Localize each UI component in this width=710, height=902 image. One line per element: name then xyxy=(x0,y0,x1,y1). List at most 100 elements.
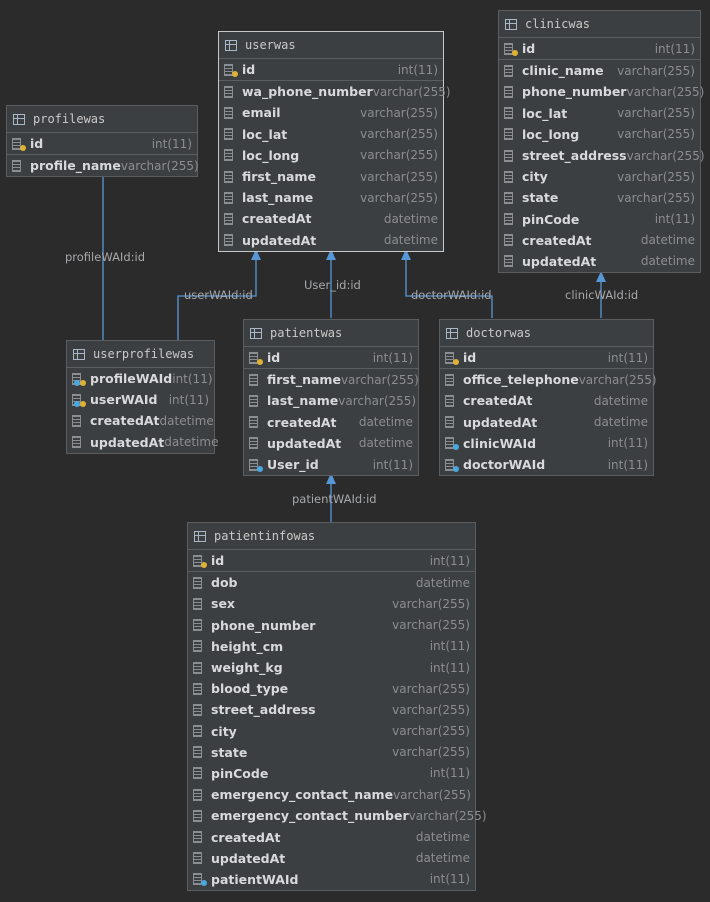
table-header[interactable]: patientwas xyxy=(244,320,418,347)
column-icon xyxy=(193,725,205,738)
column-row[interactable]: clinic_name varchar(255) xyxy=(499,60,700,81)
column-row[interactable]: wa_phone_number varchar(255) xyxy=(219,81,451,102)
column-icon xyxy=(504,191,516,204)
column-name: clinicWAId xyxy=(463,435,537,451)
table-header[interactable]: userwas xyxy=(219,32,443,59)
column-row[interactable]: pinCode int(11) xyxy=(499,209,700,230)
column-icon xyxy=(445,394,457,407)
column-name: state xyxy=(522,190,559,206)
table-icon xyxy=(505,18,517,30)
column-row[interactable]: updatedAt datetime xyxy=(188,848,475,869)
column-row[interactable]: emergency_contact_name varchar(255) xyxy=(188,784,475,805)
table-profilewas[interactable]: profilewas id int(11) profile_name varchar(2… xyxy=(6,105,199,178)
column-row[interactable]: office_telephone varchar(255) xyxy=(440,369,657,390)
column-row[interactable]: id int(11) xyxy=(188,550,475,573)
table-header[interactable]: doctorwas xyxy=(440,320,653,347)
column-row[interactable]: phone_number varchar(255) xyxy=(188,615,475,636)
column-name: emergency_contact_name xyxy=(211,787,394,803)
column-type: varchar(255) xyxy=(392,618,470,633)
column-row[interactable]: loc_long varchar(255) xyxy=(219,145,443,166)
column-row[interactable]: emergency_contact_number varchar(255) xyxy=(188,805,487,826)
column-row[interactable]: createdAt datetime xyxy=(499,230,700,251)
column-row[interactable]: street_address varchar(255) xyxy=(188,699,475,720)
column-row[interactable]: userWAId int(11) xyxy=(67,389,214,410)
table-name: profilewas xyxy=(33,112,106,126)
column-name: weight_kg xyxy=(211,660,283,676)
column-row[interactable]: createdAt datetime xyxy=(244,412,418,433)
table-name: userprofilewas xyxy=(93,347,195,361)
column-row[interactable]: createdAt datetime xyxy=(67,410,214,431)
column-icon xyxy=(504,64,516,77)
column-row[interactable]: id int(11) xyxy=(499,38,700,61)
column-row[interactable]: street_address varchar(255) xyxy=(499,145,705,166)
column-name: loc_long xyxy=(242,147,300,163)
column-icon xyxy=(249,437,261,450)
column-row[interactable]: first_name varchar(255) xyxy=(244,369,419,390)
column-row[interactable]: blood_type varchar(255) xyxy=(188,678,475,699)
column-row[interactable]: doctorWAId int(11) xyxy=(440,454,653,475)
column-row[interactable]: state varchar(255) xyxy=(499,187,700,208)
column-type: int(11) xyxy=(372,457,413,472)
primary-key-icon xyxy=(504,42,518,56)
table-patientwas[interactable]: patientwas id int(11) first_name varchar(255… xyxy=(243,319,419,477)
table-name: userwas xyxy=(245,38,296,52)
column-row[interactable]: updatedAt datetime xyxy=(499,251,700,272)
column-row[interactable]: loc_lat varchar(255) xyxy=(499,103,700,124)
table-patientinfowas[interactable]: patientinfowas id int(11) dob datetime sex var… xyxy=(187,522,487,891)
table-userprofilewas[interactable]: userprofilewas profileWAId int(11) userWAId… xyxy=(66,340,218,454)
column-row[interactable]: city varchar(255) xyxy=(499,166,700,187)
column-type: varchar(255) xyxy=(392,724,470,739)
column-icon xyxy=(504,255,516,268)
column-row[interactable]: height_cm int(11) xyxy=(188,636,475,657)
column-row[interactable]: profile_name varchar(255) xyxy=(7,155,199,176)
column-row[interactable]: id int(11) xyxy=(244,347,418,370)
column-row[interactable]: id int(11) xyxy=(440,347,653,370)
column-row[interactable]: updatedAt datetime xyxy=(440,412,653,433)
column-row[interactable]: updatedAt datetime xyxy=(67,432,218,453)
column-row[interactable]: updatedAt datetime xyxy=(244,433,418,454)
column-row[interactable]: createdAt datetime xyxy=(440,390,653,411)
column-row[interactable]: id int(11) xyxy=(7,133,197,156)
table-header[interactable]: profilewas xyxy=(7,106,197,133)
column-row[interactable]: email varchar(255) xyxy=(219,102,443,123)
column-name: id xyxy=(522,41,536,57)
column-row[interactable]: last_name varchar(255) xyxy=(219,187,443,208)
table-header[interactable]: clinicwas xyxy=(499,11,700,38)
column-row[interactable]: dob datetime xyxy=(188,572,475,593)
column-row[interactable]: pinCode int(11) xyxy=(188,763,475,784)
column-type: varchar(255) xyxy=(617,169,695,184)
column-row[interactable]: updatedAt datetime xyxy=(219,230,443,251)
column-row[interactable]: weight_kg int(11) xyxy=(188,657,475,678)
column-icon xyxy=(72,436,84,449)
column-row[interactable]: last_name varchar(255) xyxy=(244,390,418,411)
column-row[interactable]: User_id int(11) xyxy=(244,454,418,475)
column-name: id xyxy=(463,350,477,366)
table-name: patientinfowas xyxy=(214,529,316,543)
column-name: id xyxy=(242,62,256,78)
column-row[interactable]: first_name varchar(255) xyxy=(219,166,443,187)
table-header[interactable]: patientinfowas xyxy=(188,523,475,550)
column-row[interactable]: id int(11) xyxy=(219,59,443,82)
column-row[interactable]: createdAt datetime xyxy=(188,826,475,847)
table-clinicwas[interactable]: clinicwas id int(11) clinic_name varchar(255… xyxy=(498,10,705,274)
column-row[interactable]: clinicWAId int(11) xyxy=(440,433,653,454)
column-row[interactable]: phone_number varchar(255) xyxy=(499,81,704,102)
column-name: first_name xyxy=(242,169,316,185)
table-userwas[interactable]: userwas id int(11) wa_phone_number varchar(2… xyxy=(218,31,451,252)
column-row[interactable]: sex varchar(255) xyxy=(188,593,475,614)
column-row[interactable]: profileWAId int(11) xyxy=(67,368,214,389)
primary-key-icon xyxy=(249,351,263,365)
column-row[interactable]: patientWAId int(11) xyxy=(188,869,475,890)
primary-key-icon xyxy=(445,351,459,365)
column-row[interactable]: city varchar(255) xyxy=(188,721,475,742)
column-row[interactable]: createdAt datetime xyxy=(219,208,443,229)
table-doctorwas[interactable]: doctorwas id int(11) office_telephone varcha… xyxy=(439,319,657,477)
column-row[interactable]: state varchar(255) xyxy=(188,742,475,763)
column-row[interactable]: loc_lat varchar(255) xyxy=(219,124,443,145)
column-row[interactable]: loc_long varchar(255) xyxy=(499,124,700,145)
table-header[interactable]: userprofilewas xyxy=(67,341,214,368)
column-name: createdAt xyxy=(242,211,312,227)
column-type: int(11) xyxy=(607,457,648,472)
column-type: int(11) xyxy=(397,62,438,77)
column-type: datetime xyxy=(358,415,413,430)
